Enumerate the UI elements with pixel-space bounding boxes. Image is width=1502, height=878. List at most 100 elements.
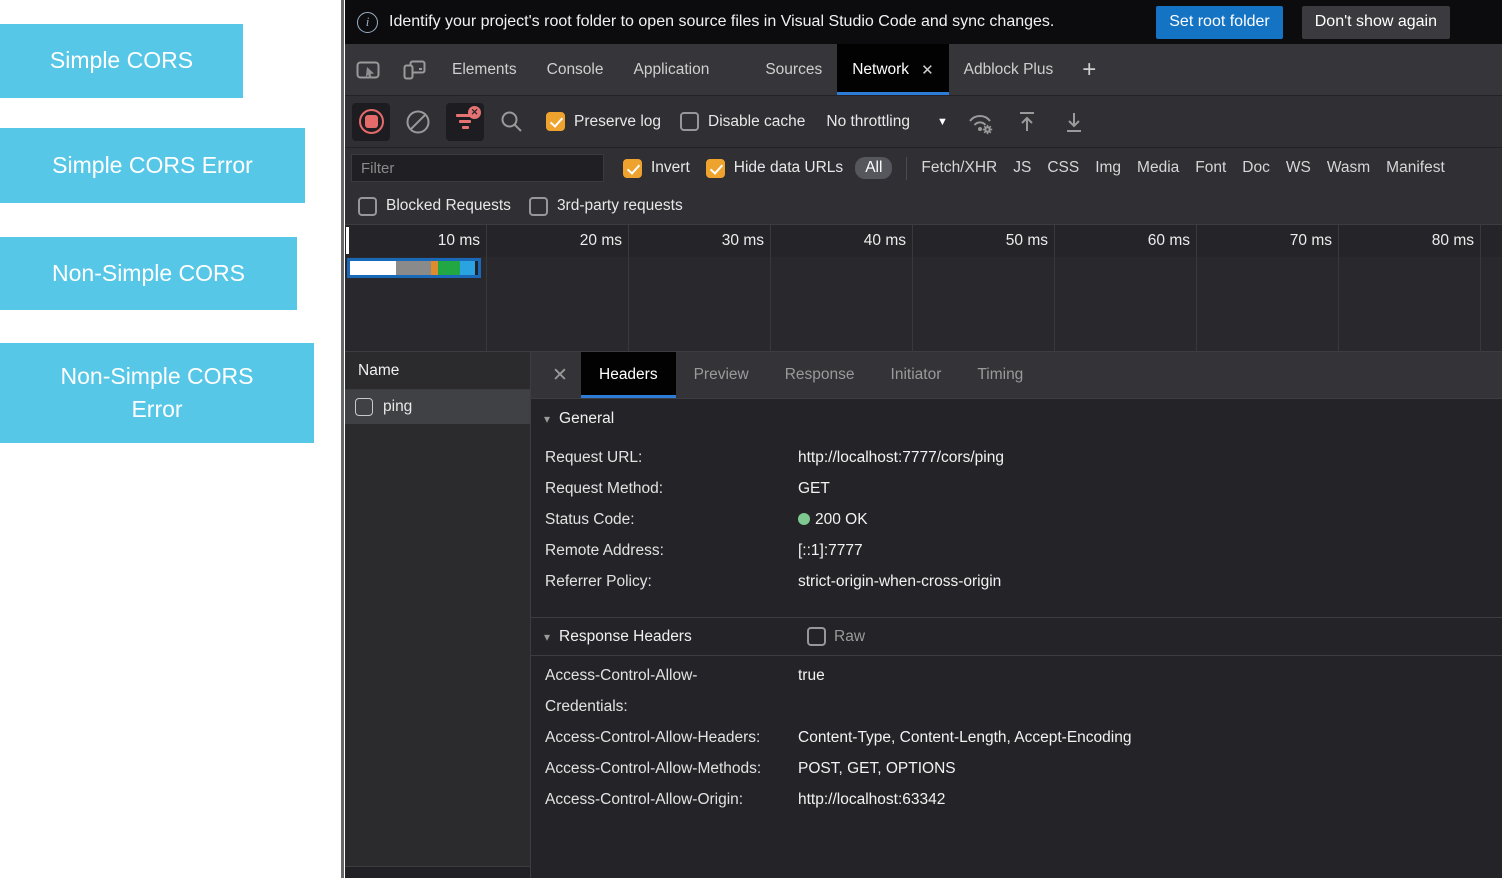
export-har-icon[interactable] — [1055, 103, 1093, 141]
request-row-checkbox[interactable] — [355, 398, 373, 416]
tab-network-label: Network — [852, 60, 910, 78]
general-section-header[interactable]: ▾ General — [531, 399, 1502, 438]
filter-type-doc[interactable]: Doc — [1242, 159, 1270, 177]
response-headers-section-header[interactable]: ▾ Response Headers Raw — [531, 617, 1502, 656]
simple-cors-button[interactable]: Simple CORS — [0, 24, 243, 98]
search-icon[interactable] — [493, 103, 531, 141]
waterfall-segment-waiting — [438, 261, 461, 275]
tab-sources[interactable]: Sources — [750, 44, 837, 95]
close-details-icon[interactable]: ✕ — [539, 352, 581, 398]
non-simple-cors-button[interactable]: Non-Simple CORS — [0, 237, 297, 310]
invert-checkbox[interactable]: Invert — [623, 158, 690, 178]
details-tab-initiator[interactable]: Initiator — [873, 352, 960, 398]
hide-data-urls-checkbox[interactable]: Hide data URLs — [705, 158, 843, 178]
request-waterfall-bar[interactable] — [347, 258, 481, 278]
tick-80ms: 80 ms — [1431, 232, 1474, 249]
details-tab-response[interactable]: Response — [767, 352, 873, 398]
details-tab-timing[interactable]: Timing — [959, 352, 1041, 398]
third-party-requests-checkbox[interactable]: 3rd-party requests — [528, 196, 683, 216]
devtools-panel: i Identify your project's root folder to… — [345, 0, 1502, 878]
disable-cache-box — [680, 112, 700, 131]
invert-label: Invert — [651, 159, 690, 176]
name-column-label: Name — [358, 361, 400, 379]
third-party-requests-box — [528, 196, 548, 216]
record-network-log-button[interactable] — [352, 102, 390, 141]
preserve-log-box — [546, 112, 565, 131]
set-root-folder-button[interactable]: Set root folder — [1156, 5, 1283, 39]
dropdown-arrow-icon: ▼ — [936, 115, 948, 128]
timeline-origin-marker — [346, 227, 349, 254]
page-scrollbar-divider — [341, 0, 344, 878]
network-conditions-icon[interactable] — [961, 103, 999, 141]
kv-label: Access-Control-Allow-Origin: — [545, 791, 744, 808]
kv-value: http://localhost:7777/cors/ping — [798, 449, 1004, 466]
details-tab-preview[interactable]: Preview — [676, 352, 767, 398]
kv-row: Referrer Policy: strict-origin-when-cros… — [545, 566, 1502, 597]
timeline-column: 70 ms — [1197, 225, 1339, 352]
kv-row: Access-Control-Allow-Methods: POST, GET,… — [545, 753, 1502, 784]
filter-type-ws[interactable]: WS — [1286, 159, 1311, 177]
kv-label: Request Method: — [545, 480, 664, 497]
kv-value: POST, GET, OPTIONS — [798, 760, 956, 777]
filter-type-media[interactable]: Media — [1137, 159, 1179, 177]
preserve-log-checkbox[interactable]: Preserve log — [546, 112, 661, 131]
name-column-header[interactable]: Name — [345, 352, 530, 390]
tab-application[interactable]: Application — [619, 44, 725, 95]
waterfall-segment-request — [430, 261, 439, 275]
close-tab-icon[interactable]: ✕ — [921, 61, 934, 79]
disable-cache-checkbox[interactable]: Disable cache — [680, 112, 805, 131]
raw-label: Raw — [834, 627, 866, 645]
timeline-column: 10 ms — [345, 225, 487, 352]
request-list-bottom-strip — [345, 866, 530, 878]
filter-input[interactable] — [351, 154, 604, 182]
response-headers-title: Response Headers — [559, 627, 692, 645]
filter-type-manifest[interactable]: Manifest — [1386, 159, 1445, 177]
filter-type-fetch-xhr[interactable]: Fetch/XHR — [921, 159, 997, 177]
filter-type-css[interactable]: CSS — [1047, 159, 1079, 177]
disable-cache-label: Disable cache — [708, 112, 806, 130]
timeline-column: 60 ms — [1055, 225, 1197, 352]
network-main-area: Name ping ✕ Headers Preview Response Ini… — [345, 352, 1502, 878]
raw-checkbox[interactable]: Raw — [807, 627, 1502, 646]
filter-type-img[interactable]: Img — [1095, 159, 1121, 177]
filter-icon[interactable]: ✕ — [446, 102, 484, 141]
network-filter-bar: Invert Hide data URLs All Fetch/XHR JS C… — [345, 148, 1502, 188]
timeline-column: 20 ms — [487, 225, 629, 352]
non-simple-cors-error-button[interactable]: Non-Simple CORS Error — [0, 343, 314, 443]
tick-60ms: 60 ms — [1147, 232, 1190, 249]
details-tabbar: ✕ Headers Preview Response Initiator Tim… — [531, 352, 1502, 398]
tab-adblock-plus[interactable]: Adblock Plus — [949, 44, 1069, 95]
timeline-column: 40 ms — [771, 225, 913, 352]
filter-type-font[interactable]: Font — [1195, 159, 1226, 177]
import-har-icon[interactable] — [1008, 103, 1046, 141]
tick-50ms: 50 ms — [1005, 232, 1048, 249]
add-tab-icon[interactable]: + — [1068, 44, 1110, 95]
collapse-triangle-icon: ▾ — [544, 411, 551, 426]
info-icon: i — [357, 11, 378, 33]
tab-elements[interactable]: Elements — [437, 44, 532, 95]
kv-value: [::1]:7777 — [798, 542, 863, 559]
kv-value: http://localhost:63342 — [798, 791, 946, 808]
filter-type-js[interactable]: JS — [1013, 159, 1031, 177]
blocked-requests-checkbox[interactable]: Blocked Requests — [358, 196, 511, 216]
status-code-value: 200 OK — [815, 511, 868, 528]
hide-data-urls-box — [705, 158, 725, 178]
kv-label: Request URL: — [545, 449, 643, 466]
dont-show-again-button[interactable]: Don't show again — [1301, 5, 1450, 39]
tab-network[interactable]: Network ✕ — [837, 44, 949, 95]
details-tab-headers[interactable]: Headers — [581, 352, 676, 398]
infobar-message: Identify your project's root folder to o… — [389, 13, 1055, 30]
inspect-element-icon[interactable] — [345, 44, 391, 95]
request-list-empty-area — [345, 424, 530, 866]
device-toolbar-icon[interactable] — [391, 44, 437, 95]
kv-label: Referrer Policy: — [545, 573, 652, 590]
request-row-ping[interactable]: ping — [345, 390, 530, 424]
filter-type-all[interactable]: All — [855, 157, 893, 179]
clear-network-log-button[interactable] — [399, 103, 437, 141]
throttling-select[interactable]: No throttling ▼ — [826, 113, 947, 131]
tab-console[interactable]: Console — [532, 44, 619, 95]
waterfall-segment-download — [460, 261, 476, 275]
filter-type-wasm[interactable]: Wasm — [1327, 159, 1370, 177]
simple-cors-error-button[interactable]: Simple CORS Error — [0, 128, 305, 203]
